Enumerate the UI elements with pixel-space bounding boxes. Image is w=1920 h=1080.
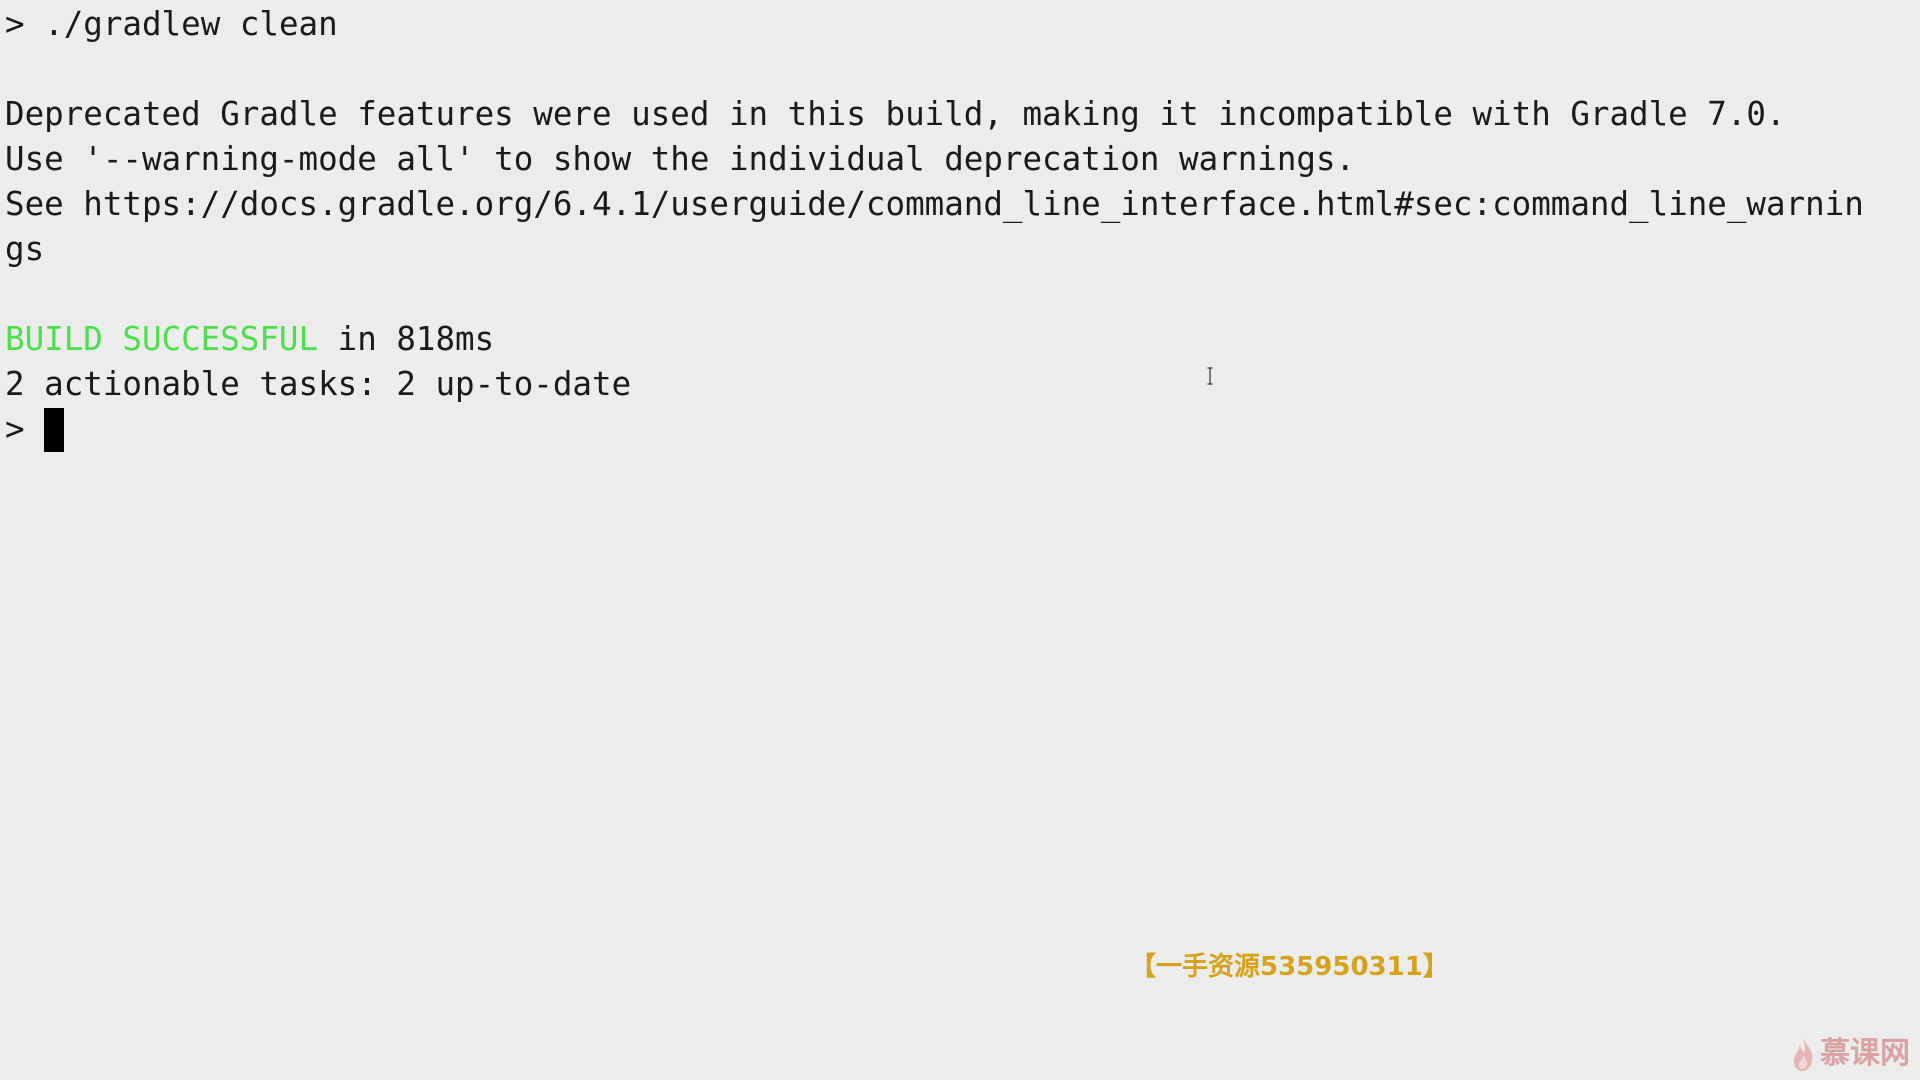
warning-line: Use '--warning-mode all' to show the ind…: [5, 140, 1356, 178]
build-status: BUILD SUCCESSFUL: [5, 320, 319, 358]
command-text: ./gradlew clean: [44, 5, 338, 43]
prompt-symbol: >: [5, 5, 25, 43]
warning-link-line: See https://docs.gradle.org/6.4.1/usergu…: [5, 185, 1864, 223]
warning-line: Deprecated Gradle features were used in …: [5, 95, 1786, 133]
warning-link-line-wrap: gs: [5, 230, 45, 268]
build-time: in 818ms: [318, 320, 495, 358]
input-line[interactable]: >: [5, 407, 1917, 452]
build-result-line: BUILD SUCCESSFUL in 818ms: [5, 317, 1917, 362]
prompt-symbol: >: [5, 410, 25, 448]
tasks-summary: 2 actionable tasks: 2 up-to-date: [5, 365, 632, 403]
terminal-window[interactable]: > ./gradlew clean Deprecated Gradle feat…: [0, 0, 1920, 1080]
flame-icon: [1793, 1036, 1813, 1071]
terminal-output: > ./gradlew clean Deprecated Gradle feat…: [5, 2, 1917, 452]
mouse-ibeam-icon: [1207, 367, 1213, 385]
logo-text: 慕课网: [1820, 1036, 1910, 1071]
watermark-text: 【一手资源535950311】: [1130, 952, 1449, 982]
command-line: > ./gradlew clean: [5, 2, 1917, 47]
text-cursor: [44, 408, 65, 452]
site-logo: 慕课网: [1790, 1031, 1910, 1076]
